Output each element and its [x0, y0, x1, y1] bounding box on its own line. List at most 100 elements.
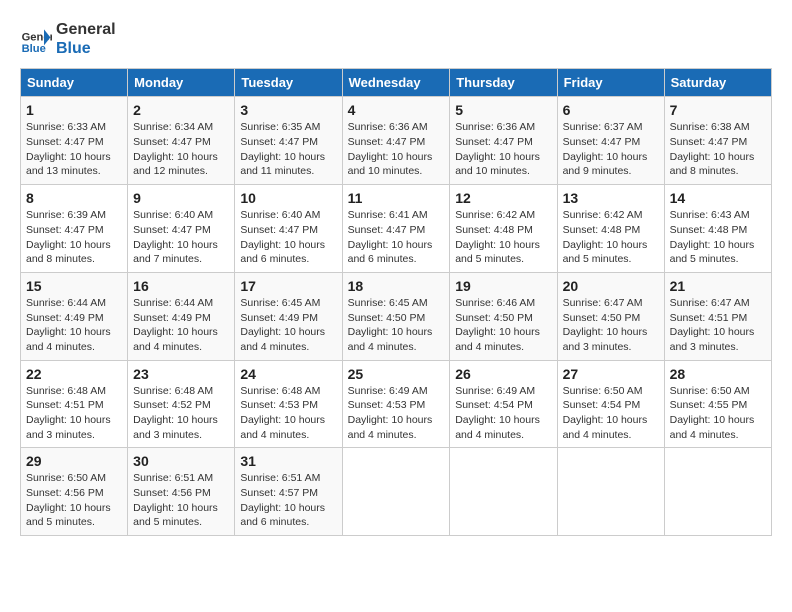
day-number: 28	[670, 366, 766, 382]
day-info: Sunrise: 6:37 AM Sunset: 4:47 PM Dayligh…	[563, 120, 659, 179]
day-number: 1	[26, 102, 122, 118]
weekday-header-friday: Friday	[557, 69, 664, 97]
calendar-cell: 3 Sunrise: 6:35 AM Sunset: 4:47 PM Dayli…	[235, 97, 342, 185]
day-info: Sunrise: 6:48 AM Sunset: 4:53 PM Dayligh…	[240, 384, 336, 443]
day-number: 19	[455, 278, 551, 294]
day-number: 4	[348, 102, 445, 118]
calendar-cell: 15 Sunrise: 6:44 AM Sunset: 4:49 PM Dayl…	[21, 272, 128, 360]
day-info: Sunrise: 6:35 AM Sunset: 4:47 PM Dayligh…	[240, 120, 336, 179]
calendar-cell: 26 Sunrise: 6:49 AM Sunset: 4:54 PM Dayl…	[450, 360, 557, 448]
day-info: Sunrise: 6:40 AM Sunset: 4:47 PM Dayligh…	[240, 208, 336, 267]
calendar-cell: 8 Sunrise: 6:39 AM Sunset: 4:47 PM Dayli…	[21, 185, 128, 273]
day-info: Sunrise: 6:39 AM Sunset: 4:47 PM Dayligh…	[26, 208, 122, 267]
calendar-cell: 2 Sunrise: 6:34 AM Sunset: 4:47 PM Dayli…	[128, 97, 235, 185]
day-info: Sunrise: 6:36 AM Sunset: 4:47 PM Dayligh…	[455, 120, 551, 179]
calendar-week-3: 15 Sunrise: 6:44 AM Sunset: 4:49 PM Dayl…	[21, 272, 772, 360]
page-header: General Blue General Blue	[20, 20, 772, 58]
day-number: 29	[26, 453, 122, 469]
day-info: Sunrise: 6:48 AM Sunset: 4:52 PM Dayligh…	[133, 384, 229, 443]
calendar-cell: 20 Sunrise: 6:47 AM Sunset: 4:50 PM Dayl…	[557, 272, 664, 360]
day-info: Sunrise: 6:48 AM Sunset: 4:51 PM Dayligh…	[26, 384, 122, 443]
calendar-cell: 7 Sunrise: 6:38 AM Sunset: 4:47 PM Dayli…	[664, 97, 771, 185]
day-number: 10	[240, 190, 336, 206]
day-info: Sunrise: 6:36 AM Sunset: 4:47 PM Dayligh…	[348, 120, 445, 179]
calendar-cell: 24 Sunrise: 6:48 AM Sunset: 4:53 PM Dayl…	[235, 360, 342, 448]
calendar-table: SundayMondayTuesdayWednesdayThursdayFrid…	[20, 68, 772, 536]
day-info: Sunrise: 6:49 AM Sunset: 4:53 PM Dayligh…	[348, 384, 445, 443]
weekday-header-thursday: Thursday	[450, 69, 557, 97]
calendar-week-1: 1 Sunrise: 6:33 AM Sunset: 4:47 PM Dayli…	[21, 97, 772, 185]
day-number: 6	[563, 102, 659, 118]
day-number: 30	[133, 453, 229, 469]
calendar-week-2: 8 Sunrise: 6:39 AM Sunset: 4:47 PM Dayli…	[21, 185, 772, 273]
calendar-cell: 16 Sunrise: 6:44 AM Sunset: 4:49 PM Dayl…	[128, 272, 235, 360]
logo-icon: General Blue	[20, 23, 52, 55]
day-info: Sunrise: 6:47 AM Sunset: 4:50 PM Dayligh…	[563, 296, 659, 355]
weekday-header-row: SundayMondayTuesdayWednesdayThursdayFrid…	[21, 69, 772, 97]
calendar-cell: 5 Sunrise: 6:36 AM Sunset: 4:47 PM Dayli…	[450, 97, 557, 185]
calendar-cell: 11 Sunrise: 6:41 AM Sunset: 4:47 PM Dayl…	[342, 185, 450, 273]
calendar-cell: 25 Sunrise: 6:49 AM Sunset: 4:53 PM Dayl…	[342, 360, 450, 448]
day-number: 24	[240, 366, 336, 382]
day-info: Sunrise: 6:34 AM Sunset: 4:47 PM Dayligh…	[133, 120, 229, 179]
day-number: 15	[26, 278, 122, 294]
calendar-cell: 30 Sunrise: 6:51 AM Sunset: 4:56 PM Dayl…	[128, 448, 235, 536]
day-info: Sunrise: 6:51 AM Sunset: 4:57 PM Dayligh…	[240, 471, 336, 530]
calendar-cell: 18 Sunrise: 6:45 AM Sunset: 4:50 PM Dayl…	[342, 272, 450, 360]
day-info: Sunrise: 6:42 AM Sunset: 4:48 PM Dayligh…	[563, 208, 659, 267]
day-number: 13	[563, 190, 659, 206]
day-info: Sunrise: 6:51 AM Sunset: 4:56 PM Dayligh…	[133, 471, 229, 530]
day-number: 5	[455, 102, 551, 118]
calendar-week-4: 22 Sunrise: 6:48 AM Sunset: 4:51 PM Dayl…	[21, 360, 772, 448]
day-info: Sunrise: 6:50 AM Sunset: 4:55 PM Dayligh…	[670, 384, 766, 443]
calendar-cell: 23 Sunrise: 6:48 AM Sunset: 4:52 PM Dayl…	[128, 360, 235, 448]
day-info: Sunrise: 6:46 AM Sunset: 4:50 PM Dayligh…	[455, 296, 551, 355]
day-number: 3	[240, 102, 336, 118]
weekday-header-saturday: Saturday	[664, 69, 771, 97]
day-info: Sunrise: 6:40 AM Sunset: 4:47 PM Dayligh…	[133, 208, 229, 267]
day-info: Sunrise: 6:47 AM Sunset: 4:51 PM Dayligh…	[670, 296, 766, 355]
calendar-cell: 6 Sunrise: 6:37 AM Sunset: 4:47 PM Dayli…	[557, 97, 664, 185]
day-number: 14	[670, 190, 766, 206]
calendar-cell: 1 Sunrise: 6:33 AM Sunset: 4:47 PM Dayli…	[21, 97, 128, 185]
calendar-cell: 21 Sunrise: 6:47 AM Sunset: 4:51 PM Dayl…	[664, 272, 771, 360]
calendar-cell: 19 Sunrise: 6:46 AM Sunset: 4:50 PM Dayl…	[450, 272, 557, 360]
day-number: 8	[26, 190, 122, 206]
logo: General Blue General Blue	[20, 20, 116, 58]
calendar-cell: 14 Sunrise: 6:43 AM Sunset: 4:48 PM Dayl…	[664, 185, 771, 273]
logo-text-general: General	[56, 20, 116, 39]
day-number: 21	[670, 278, 766, 294]
calendar-cell: 4 Sunrise: 6:36 AM Sunset: 4:47 PM Dayli…	[342, 97, 450, 185]
calendar-cell	[664, 448, 771, 536]
calendar-cell: 29 Sunrise: 6:50 AM Sunset: 4:56 PM Dayl…	[21, 448, 128, 536]
day-info: Sunrise: 6:49 AM Sunset: 4:54 PM Dayligh…	[455, 384, 551, 443]
weekday-header-sunday: Sunday	[21, 69, 128, 97]
day-info: Sunrise: 6:42 AM Sunset: 4:48 PM Dayligh…	[455, 208, 551, 267]
day-info: Sunrise: 6:50 AM Sunset: 4:54 PM Dayligh…	[563, 384, 659, 443]
day-number: 12	[455, 190, 551, 206]
logo-text-blue: Blue	[56, 39, 116, 58]
day-info: Sunrise: 6:45 AM Sunset: 4:49 PM Dayligh…	[240, 296, 336, 355]
calendar-cell: 10 Sunrise: 6:40 AM Sunset: 4:47 PM Dayl…	[235, 185, 342, 273]
day-number: 16	[133, 278, 229, 294]
calendar-cell: 31 Sunrise: 6:51 AM Sunset: 4:57 PM Dayl…	[235, 448, 342, 536]
calendar-cell	[450, 448, 557, 536]
day-number: 31	[240, 453, 336, 469]
calendar-cell: 13 Sunrise: 6:42 AM Sunset: 4:48 PM Dayl…	[557, 185, 664, 273]
day-number: 7	[670, 102, 766, 118]
day-info: Sunrise: 6:43 AM Sunset: 4:48 PM Dayligh…	[670, 208, 766, 267]
calendar-cell: 28 Sunrise: 6:50 AM Sunset: 4:55 PM Dayl…	[664, 360, 771, 448]
calendar-cell	[557, 448, 664, 536]
day-number: 9	[133, 190, 229, 206]
calendar-cell: 17 Sunrise: 6:45 AM Sunset: 4:49 PM Dayl…	[235, 272, 342, 360]
day-info: Sunrise: 6:44 AM Sunset: 4:49 PM Dayligh…	[26, 296, 122, 355]
day-number: 27	[563, 366, 659, 382]
day-number: 17	[240, 278, 336, 294]
weekday-header-tuesday: Tuesday	[235, 69, 342, 97]
day-number: 20	[563, 278, 659, 294]
weekday-header-monday: Monday	[128, 69, 235, 97]
day-number: 23	[133, 366, 229, 382]
calendar-cell: 27 Sunrise: 6:50 AM Sunset: 4:54 PM Dayl…	[557, 360, 664, 448]
day-number: 26	[455, 366, 551, 382]
day-number: 2	[133, 102, 229, 118]
